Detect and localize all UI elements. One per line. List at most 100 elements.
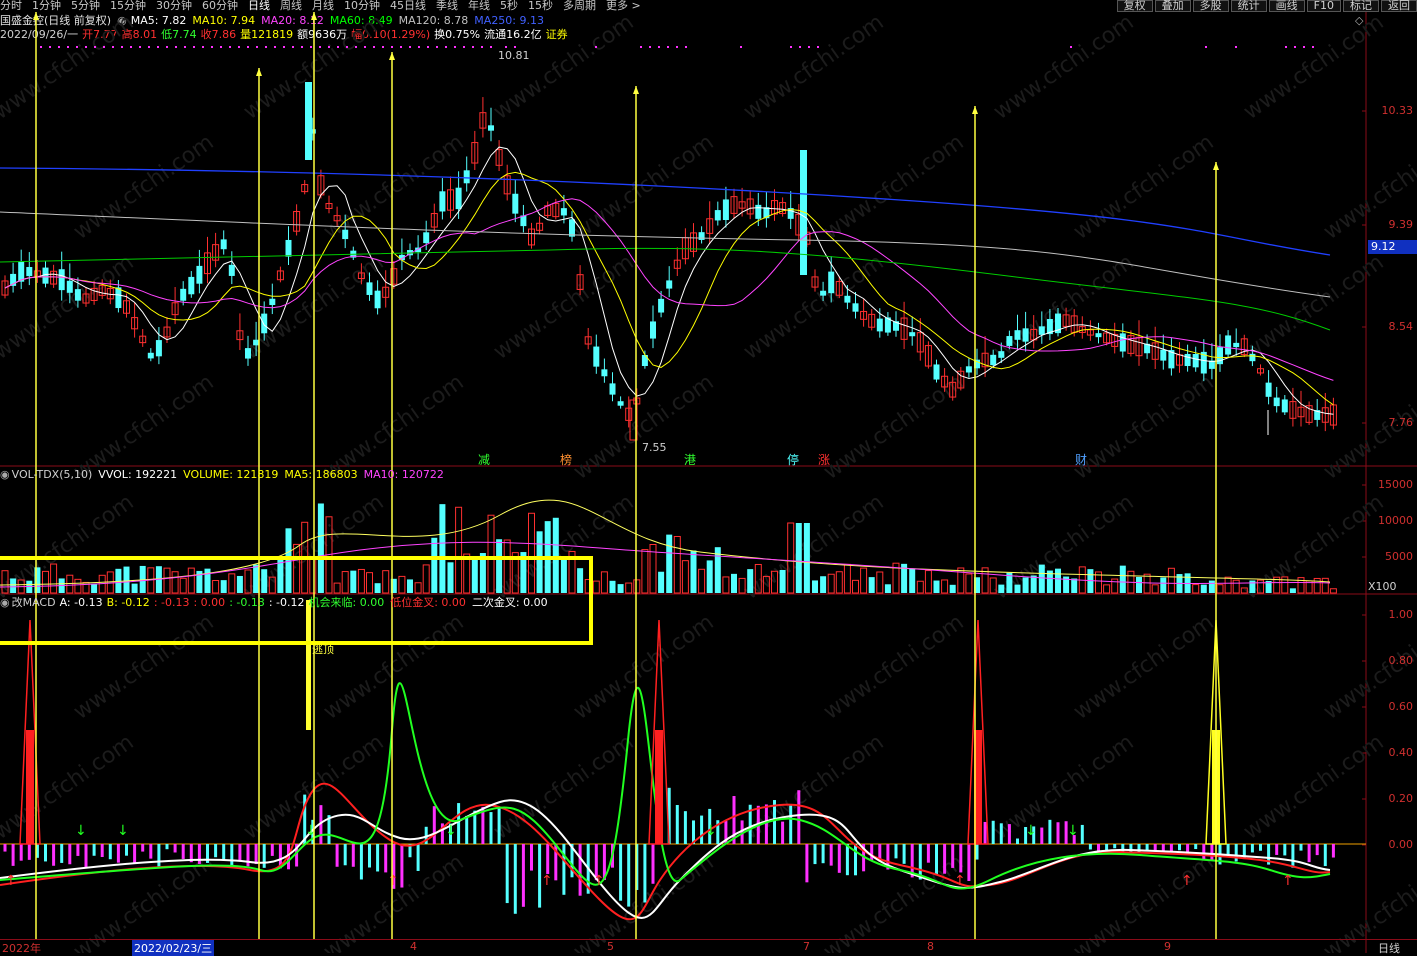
macd-bar xyxy=(1056,822,1060,844)
volume-bar xyxy=(1167,567,1175,594)
macd-bar xyxy=(465,815,469,844)
period-label[interactable]: 日线 xyxy=(1378,940,1400,956)
volume-level-label: 10000 xyxy=(1378,514,1413,527)
signal-dot xyxy=(148,46,150,48)
signal-dot xyxy=(740,46,742,48)
volume-bar xyxy=(1192,584,1200,594)
macd-bar xyxy=(343,844,347,866)
signal-dot xyxy=(400,46,402,48)
watermark-text: www.cfchi.com xyxy=(69,130,218,245)
candle-body xyxy=(852,303,859,312)
candle-body xyxy=(617,401,624,406)
macd-bar xyxy=(805,844,809,883)
diamond-icon: ◇ xyxy=(1355,14,1364,27)
macd-bar xyxy=(165,844,169,850)
candle-body xyxy=(285,239,292,257)
macd-bar xyxy=(951,844,955,868)
volume-bar xyxy=(884,584,891,593)
watermark-text: www.cfchi.com xyxy=(819,130,968,245)
volume-bar xyxy=(1329,588,1337,594)
event-tag: 财 xyxy=(1075,453,1088,467)
macd-bar xyxy=(116,844,120,863)
volume-bar xyxy=(617,584,624,593)
volume-bar xyxy=(827,573,835,594)
signal-dot xyxy=(112,46,114,48)
candle-body xyxy=(180,288,187,301)
vvol-value: VVOL: 192221 xyxy=(98,468,178,481)
volume-bar xyxy=(843,563,851,594)
macd-level-label: 0.20 xyxy=(1388,792,1414,805)
macd-bar xyxy=(700,815,704,844)
signal-dot xyxy=(790,46,792,48)
signal-arrowhead xyxy=(256,68,262,76)
signal-dot xyxy=(649,46,651,48)
candle-body xyxy=(455,187,462,210)
macd-bar xyxy=(60,844,64,863)
volume-bar xyxy=(1103,584,1111,594)
settings-icon[interactable]: ◉ xyxy=(0,468,10,482)
candle-body xyxy=(488,125,494,131)
macd-bar xyxy=(335,844,339,867)
watermark-text: www.cfchi.com xyxy=(489,730,638,845)
signal-dot xyxy=(676,46,678,48)
signal-dot xyxy=(490,46,492,48)
macd-bar xyxy=(789,805,793,844)
candle-body xyxy=(601,369,608,377)
candle-body xyxy=(933,364,940,380)
macd-bar xyxy=(1080,824,1084,844)
candle-body xyxy=(366,282,373,295)
volume-bar xyxy=(1151,584,1159,594)
macd-bar xyxy=(1121,844,1125,853)
volume-bar xyxy=(1224,576,1232,594)
candle-body xyxy=(1225,335,1232,355)
macd-bar xyxy=(181,844,185,859)
macd-bar xyxy=(52,844,56,866)
candle-body xyxy=(666,280,673,289)
signal-dot xyxy=(409,46,411,48)
candle-body xyxy=(609,383,616,395)
signal-dot xyxy=(265,46,267,48)
watermark-text: www.cfchi.com xyxy=(489,10,638,125)
signal-dot xyxy=(364,46,366,48)
macd-bar xyxy=(230,844,234,867)
volume-bar xyxy=(779,569,786,593)
macd-bar xyxy=(351,844,355,867)
volume-bar xyxy=(1030,575,1037,593)
macd-bar xyxy=(497,808,501,844)
macd-bar xyxy=(505,844,509,904)
candle-body xyxy=(305,82,312,160)
volume-bar xyxy=(666,534,673,593)
macd-bar xyxy=(238,844,242,861)
volume-bar xyxy=(812,580,818,593)
macd-bar xyxy=(368,844,371,868)
candle-body xyxy=(188,276,195,295)
macd-bar xyxy=(1186,844,1190,853)
signal-dot xyxy=(472,46,474,48)
volume-unit: X100 xyxy=(1368,580,1397,593)
volume-bar xyxy=(673,535,681,594)
signal-dot xyxy=(67,46,69,48)
candle-body xyxy=(115,287,122,309)
volume-bar xyxy=(658,571,665,593)
macd-bar xyxy=(1315,844,1319,856)
event-tag: 减 xyxy=(478,453,491,467)
macd-bar xyxy=(683,811,687,844)
macd-bar xyxy=(1234,844,1238,862)
event-tag: 港 xyxy=(684,453,697,467)
watermark-text: www.cfchi.com xyxy=(569,370,718,485)
signal-dot xyxy=(283,46,285,48)
candle-body xyxy=(828,271,835,294)
macd-level-label: 0.60 xyxy=(1388,700,1414,713)
signal-dot xyxy=(121,46,123,48)
macd-bar xyxy=(376,844,380,872)
macd-bar xyxy=(11,844,15,866)
signal-dot xyxy=(1303,46,1305,48)
signal-dot xyxy=(346,46,348,48)
candle-body xyxy=(990,354,997,366)
event-tag: 榜 xyxy=(560,453,573,467)
signal-dot xyxy=(247,46,249,48)
macd-bar xyxy=(262,844,266,868)
signal-dot xyxy=(391,46,393,48)
macd-bar xyxy=(1048,819,1052,844)
macd-bar xyxy=(1275,844,1279,855)
